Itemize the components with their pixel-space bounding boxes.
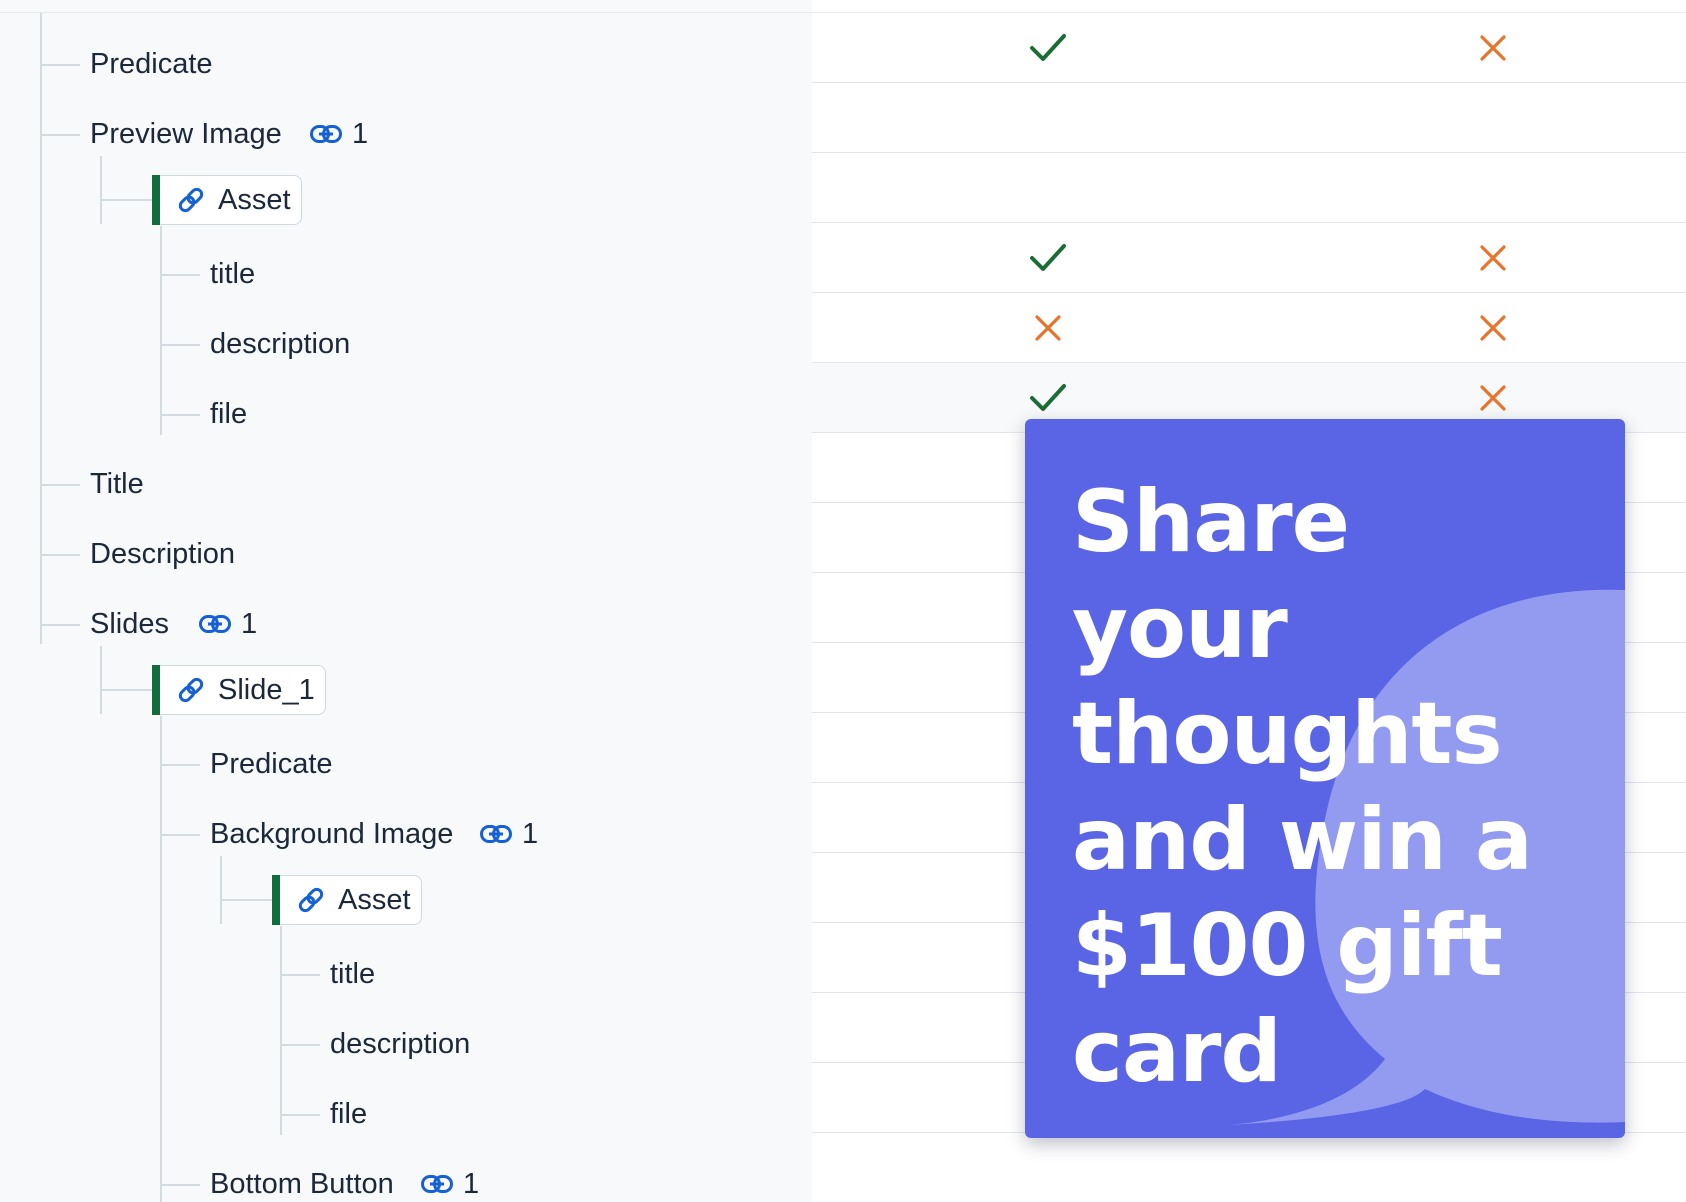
tree-connector [100,156,102,224]
tree-connector [40,64,80,66]
promo-headline: Share your thoughts and win a $100 gift … [1072,472,1533,1102]
tree-connector [40,13,42,644]
link-count-value: 1 [352,117,369,150]
checkmark-icon [1030,244,1066,271]
chain-link-icon [178,187,204,213]
tree-node-asset-file[interactable]: file [210,397,247,431]
status-cell [1013,83,1083,153]
status-cell [1458,83,1528,153]
preview-image-link-count: 1 [310,117,368,151]
tree-connector [220,856,222,924]
header-divider [0,12,1686,13]
tree-node-description[interactable]: Description [90,537,235,571]
tree-node-background-image[interactable]: Background Image [210,817,453,851]
tree-connector [40,134,80,136]
tree-connector [160,344,200,346]
table-row[interactable] [812,293,1686,363]
tree-node-bottom-button[interactable]: Bottom Button [210,1167,394,1201]
status-cell [1013,223,1083,293]
tree-connector [280,974,320,976]
link-icon [421,1175,453,1193]
tree-connector [280,1114,320,1116]
status-cell [1013,13,1083,83]
slide-reference-title: Slide_1 [218,673,315,706]
status-cell [1458,293,1528,363]
tree-connector [40,624,80,626]
tree-node-preview-image[interactable]: Preview Image [90,117,282,151]
table-row[interactable] [812,153,1686,223]
tree-node-slide-predicate[interactable]: Predicate [210,747,333,781]
checkmark-icon [1030,34,1066,61]
slides-link-count: 1 [199,607,257,641]
asset-reference-title: Asset [218,183,291,216]
table-row[interactable] [812,223,1686,293]
tree-node-asset-description[interactable]: description [210,327,350,361]
tree-connector [40,484,80,486]
content-tree-panel: Predicate Preview Image 1 Asset title de… [0,0,812,1202]
cross-icon [1480,385,1506,411]
tree-connector [100,646,102,714]
tree-node-nested-asset-file[interactable]: file [330,1097,367,1131]
bottom-button-link-count: 1 [421,1167,479,1201]
status-cell [1458,153,1528,223]
tree-connector [160,226,162,435]
tree-node-title[interactable]: Title [90,467,144,501]
background-image-link-count: 1 [480,817,538,851]
nested-asset-reference-card[interactable]: Asset [272,875,422,925]
tree-connector [160,834,200,836]
tree-node-predicate[interactable]: Predicate [90,47,213,81]
table-row[interactable] [812,83,1686,153]
cross-icon [1035,315,1061,341]
tree-connector [160,274,200,276]
tree-connector [100,199,152,201]
tree-connector [40,554,80,556]
tree-connector [280,926,282,1135]
chain-link-icon [178,677,204,703]
feedback-promo-card[interactable]: Share your thoughts and win a $100 gift … [1025,419,1625,1138]
cross-icon [1480,315,1506,341]
cross-icon [1480,35,1506,61]
tree-connector [160,414,200,416]
tree-connector [100,689,152,691]
status-cell [1458,13,1528,83]
tree-node-asset-title[interactable]: title [210,257,255,291]
status-cell [1013,293,1083,363]
nested-asset-reference-title: Asset [338,883,411,916]
tree-connector [160,716,162,1202]
asset-reference-card[interactable]: Asset [152,175,302,225]
tree-node-nested-asset-description[interactable]: description [330,1027,470,1061]
tree-connector [280,1044,320,1046]
slide-reference-card[interactable]: Slide_1 [152,665,326,715]
link-icon [480,825,512,843]
checkmark-icon [1030,384,1066,411]
tree-node-slides[interactable]: Slides [90,607,169,641]
link-count-value: 1 [241,607,258,640]
link-count-value: 1 [522,817,539,850]
link-icon [199,615,231,633]
status-cell [1458,223,1528,293]
cross-icon [1480,245,1506,271]
tree-connector [160,1184,200,1186]
table-row[interactable] [812,13,1686,83]
tree-node-nested-asset-title[interactable]: title [330,957,375,991]
chain-link-icon [298,887,324,913]
status-cell [1013,153,1083,223]
link-icon [310,125,342,143]
tree-connector [160,764,200,766]
tree-connector [220,899,272,901]
link-count-value: 1 [463,1167,480,1200]
